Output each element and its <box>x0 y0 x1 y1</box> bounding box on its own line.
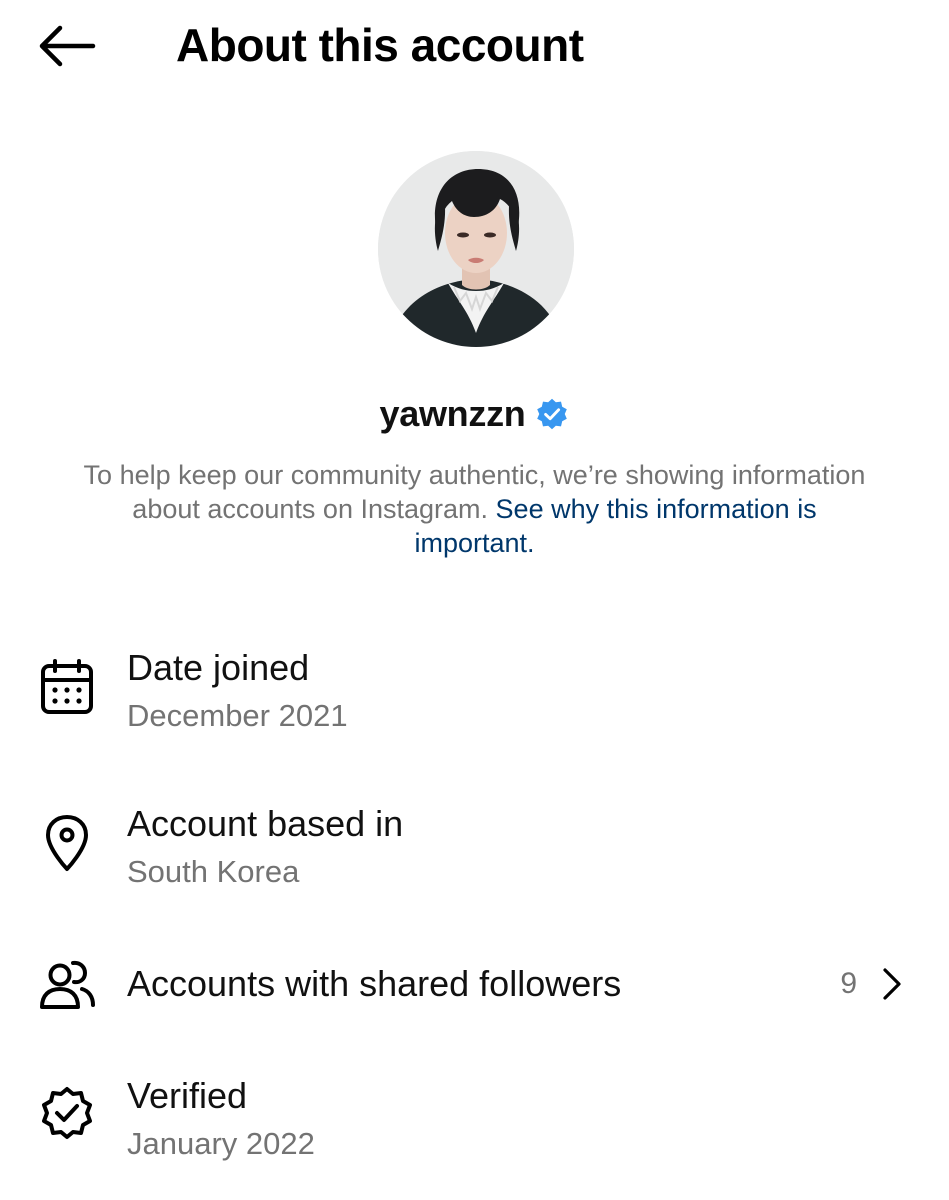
info-text: To help keep our community authentic, we… <box>80 458 869 560</box>
shared-followers-row[interactable]: Accounts with shared followers 9 <box>0 948 949 1024</box>
arrow-left-icon <box>39 25 96 67</box>
calendar-icon <box>34 654 100 720</box>
page-title: About this account <box>176 19 584 71</box>
verified-value: January 2022 <box>127 1126 315 1161</box>
back-button[interactable] <box>30 18 102 74</box>
avatar <box>378 151 574 347</box>
profile-photo <box>378 151 574 347</box>
date-joined-row: Date joined December 2021 <box>0 640 949 750</box>
verified-badge-icon <box>535 397 569 431</box>
username-row: yawnzzn <box>0 388 949 440</box>
shared-followers-count: 9 <box>840 967 857 1000</box>
verified-row: Verified January 2022 <box>0 1068 949 1178</box>
date-joined-label: Date joined <box>127 647 310 688</box>
username: yawnzzn <box>379 393 526 434</box>
shared-followers-label: Accounts with shared followers <box>127 963 622 1004</box>
verified-label: Verified <box>127 1075 248 1116</box>
people-icon <box>34 952 100 1018</box>
location-pin-icon <box>34 810 100 876</box>
account-based-in-value: South Korea <box>127 854 300 889</box>
account-based-in-row: Account based in South Korea <box>0 796 949 906</box>
date-joined-value: December 2021 <box>127 698 348 733</box>
header-bar: About this account <box>0 0 949 92</box>
verified-seal-icon <box>34 1082 100 1148</box>
account-based-in-label: Account based in <box>127 803 404 844</box>
chevron-right-icon <box>875 964 909 1004</box>
